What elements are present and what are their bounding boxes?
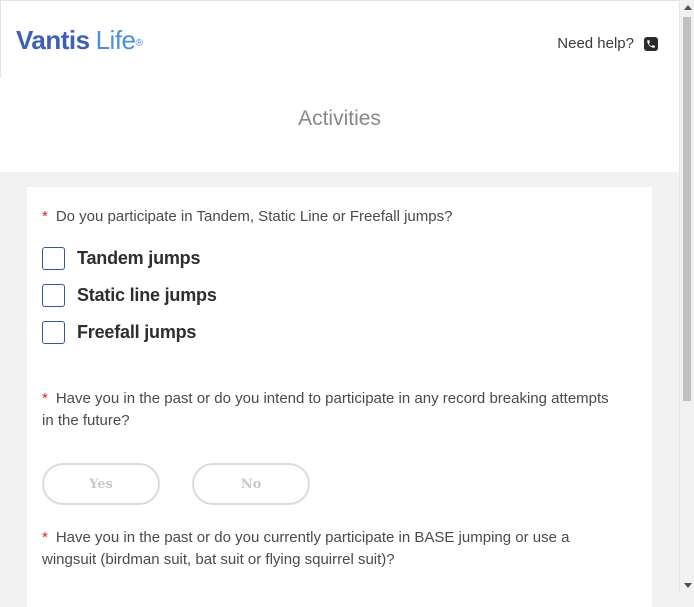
option-tandem-jumps[interactable]: Tandem jumps [42,247,200,270]
logo-primary: Vantis [16,25,90,55]
scroll-up-arrow-icon[interactable] [680,0,694,15]
page: Vantis Life® Need help? Activities * Do yo… [0,0,679,607]
logo-registered-mark: ® [135,38,143,49]
checkbox[interactable] [42,321,65,344]
yes-button[interactable]: Yes [42,463,160,505]
header-divider [0,0,679,1]
required-marker: * [42,390,48,407]
phone-icon [644,36,658,51]
question-card: * Do you participate in Tandem, Static Li… [27,187,652,607]
question-base-jumping: * Have you in the past or do you currentl… [42,527,627,571]
question-record-attempts: * Have you in the past or do you intend t… [42,388,622,432]
question-text: Have you in the past or do you currently… [42,529,570,568]
need-help-link[interactable]: Need help? [557,35,658,52]
checkbox[interactable] [42,247,65,270]
question-text: Have you in the past or do you intend to… [42,390,609,429]
option-label: Static line jumps [77,285,217,305]
scroll-down-arrow-icon[interactable] [680,578,694,593]
header-edge [0,0,1,78]
logo-secondary: Life [95,25,136,55]
required-marker: * [42,208,48,225]
question-text: Do you participate in Tandem, Static Lin… [55,208,453,225]
option-static-line-jumps[interactable]: Static line jumps [42,284,217,307]
option-label: Freefall jumps [77,322,197,342]
no-button[interactable]: No [192,463,310,505]
option-freefall-jumps[interactable]: Freefall jumps [42,321,196,344]
page-title: Activities [298,107,381,130]
checkbox[interactable] [42,284,65,307]
need-help-label: Need help? [557,35,634,52]
logo[interactable]: Vantis Life® [16,24,143,56]
required-marker: * [42,529,48,546]
header: Vantis Life® Need help? Activities [0,0,679,172]
option-label: Tandem jumps [77,248,201,268]
scrollbar-thumb[interactable] [683,17,691,401]
question-jump-types: * Do you participate in Tandem, Static Li… [42,206,632,228]
vertical-scrollbar[interactable] [679,0,694,593]
